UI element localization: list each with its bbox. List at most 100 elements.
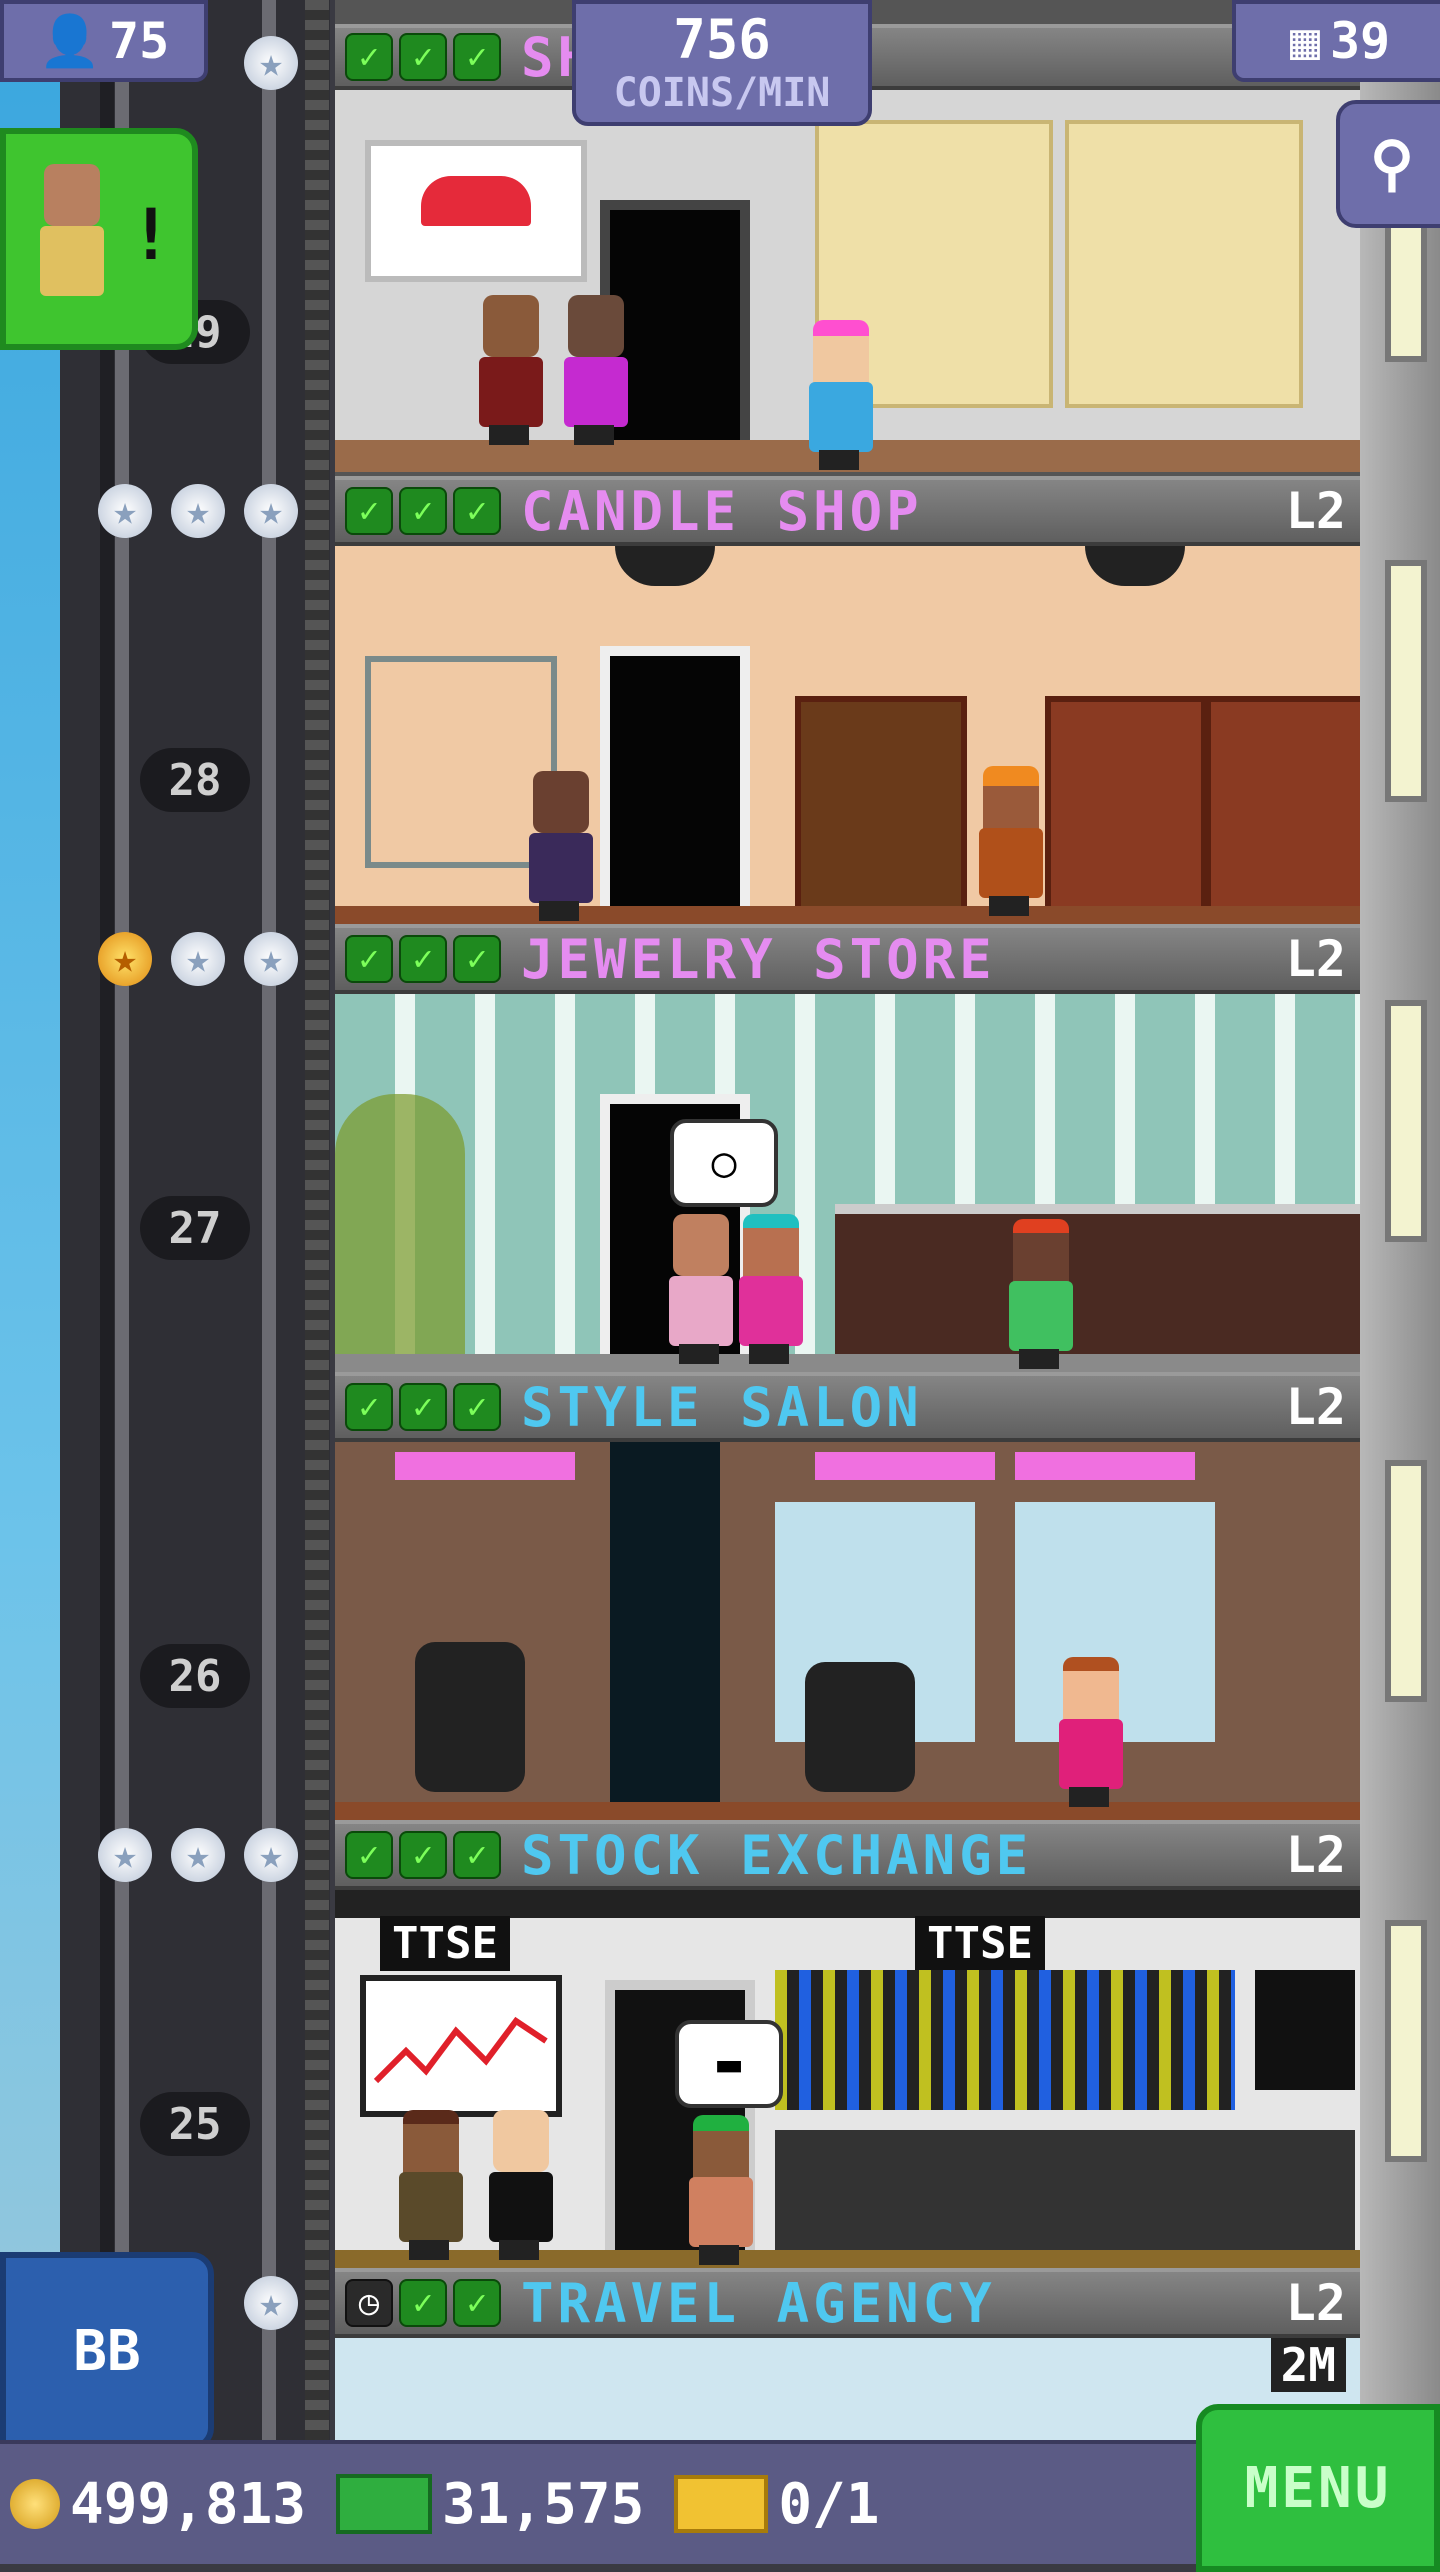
bitizen[interactable] xyxy=(560,295,630,445)
check-icon: ✓ xyxy=(345,487,393,535)
floor-number-27: 27 xyxy=(140,1196,250,1260)
bitizen[interactable] xyxy=(805,320,875,470)
check-icon: ✓ xyxy=(453,1831,501,1879)
speech-bubble-necklace-icon[interactable]: ◯ xyxy=(670,1119,778,1207)
check-icon: ✓ xyxy=(345,33,393,81)
floor-bar-jewelry-store[interactable]: ✓ ✓ ✓ JEWELRY STORE L2 xyxy=(335,924,1360,994)
check-icon: ✓ xyxy=(345,1831,393,1879)
sneaker-poster xyxy=(365,140,587,282)
sky-strip xyxy=(0,0,60,2560)
floor-name: STYLE SALON xyxy=(521,1375,923,1439)
clock-icon: ◷ xyxy=(345,2279,393,2327)
star-icon: ★ xyxy=(98,1828,152,1882)
bitizen-notification-button[interactable]: ! xyxy=(0,128,198,350)
salon-chair xyxy=(805,1662,915,1792)
bux-icon xyxy=(336,2474,433,2534)
floor-number-28: 28 xyxy=(140,748,250,812)
floor-level: L2 xyxy=(1285,930,1346,988)
population-counter[interactable]: 👤 75 xyxy=(0,0,208,82)
check-icon: ✓ xyxy=(399,2279,447,2327)
shaft-rail xyxy=(262,0,276,2450)
floor-name: JEWELRY STORE xyxy=(521,927,996,991)
candle-shelf xyxy=(795,696,967,928)
shaft-ladder xyxy=(305,0,329,2450)
star-icon: ★ xyxy=(244,1828,298,1882)
ceiling-lamp xyxy=(615,546,715,586)
bitizen[interactable] xyxy=(735,1214,805,1364)
ticker-display xyxy=(1255,1970,1355,2090)
magnifier-icon: ⚲ xyxy=(1370,129,1414,199)
check-icon: ✓ xyxy=(345,935,393,983)
bitizen[interactable] xyxy=(525,771,595,921)
floor-counter[interactable]: ▦ 39 xyxy=(1232,0,1440,82)
check-icon: ✓ xyxy=(453,935,501,983)
building-icon: ▦ xyxy=(1289,12,1320,70)
floor-name: TRAVEL AGENCY xyxy=(521,2271,996,2335)
check-icon: ✓ xyxy=(453,2279,501,2327)
ceiling-beam xyxy=(335,1890,1360,1918)
bitizen-construction-worker[interactable] xyxy=(975,766,1045,916)
speech-bubble-gold-icon[interactable]: ▬ xyxy=(675,2020,783,2108)
search-floor-button[interactable]: ⚲ xyxy=(1336,100,1440,228)
star-icon: ★ xyxy=(244,932,298,986)
check-icon: ✓ xyxy=(453,1383,501,1431)
shoe-display xyxy=(1065,120,1303,408)
check-icon: ✓ xyxy=(453,33,501,81)
floor-name: STOCK EXCHANGE xyxy=(521,1823,1033,1887)
candle-shelf xyxy=(1045,696,1207,928)
tickets-value: 0/1 xyxy=(778,2471,880,2537)
side-window xyxy=(1385,1920,1427,2162)
floor-bar-stock-exchange[interactable]: ✓ ✓ ✓ STOCK EXCHANGE L2 xyxy=(335,1820,1360,1890)
floor-level: L2 xyxy=(1285,1826,1346,1884)
candle-shelf xyxy=(1205,696,1360,928)
elevator-door xyxy=(610,1442,720,1812)
restock-timer: 2M xyxy=(1270,2338,1346,2392)
star-icon: ★ xyxy=(244,484,298,538)
shaft-rail xyxy=(115,0,129,2450)
menu-button[interactable]: MENU xyxy=(1196,2404,1440,2572)
bitizen[interactable] xyxy=(665,1214,735,1364)
floor-bar-candle-shop[interactable]: ✓ ✓ ✓ CANDLE SHOP L2 xyxy=(335,476,1360,546)
coins-per-min-value: 756 xyxy=(673,8,771,71)
check-icon: ✓ xyxy=(399,935,447,983)
tickets-counter[interactable]: 0/1 xyxy=(674,2472,879,2537)
floor-bar-travel-agency[interactable]: ◷ ✓ ✓ TRAVEL AGENCY L2 xyxy=(335,2268,1360,2338)
bitizen[interactable] xyxy=(685,2115,755,2265)
room-candle-shop[interactable] xyxy=(335,546,1360,936)
star-icon: ★ xyxy=(171,1828,225,1882)
bitbook-button[interactable]: BB xyxy=(0,2252,214,2450)
check-icon: ✓ xyxy=(399,1383,447,1431)
neon-light xyxy=(815,1452,995,1480)
stock-chart-screen xyxy=(360,1975,562,2117)
room-jewelry-store[interactable]: ◯ xyxy=(335,994,1360,1384)
bitizen[interactable] xyxy=(485,2110,555,2260)
coin-icon xyxy=(10,2479,60,2529)
ticker-board xyxy=(775,1970,1235,2110)
floor-bar-style-salon[interactable]: ✓ ✓ ✓ STYLE SALON L2 xyxy=(335,1372,1360,1442)
room-style-salon[interactable] xyxy=(335,1442,1360,1832)
bitizen[interactable] xyxy=(1055,1657,1125,1807)
check-icon: ✓ xyxy=(399,1831,447,1879)
coins-counter[interactable]: 499,813 xyxy=(10,2472,306,2537)
bux-value: 31,575 xyxy=(442,2471,645,2537)
room-stock-exchange[interactable]: TTSE TTSE ▬ xyxy=(335,1890,1360,2280)
room-shoe-shop[interactable] xyxy=(335,90,1360,472)
floor-name: CANDLE SHOP xyxy=(521,479,923,543)
bitizen[interactable] xyxy=(1005,1219,1075,1369)
population-value: 75 xyxy=(109,12,170,70)
floor-count-value: 39 xyxy=(1329,12,1391,70)
bitizen[interactable] xyxy=(395,2110,465,2260)
elevator-door xyxy=(600,646,750,936)
check-icon: ✓ xyxy=(453,487,501,535)
salon-chair xyxy=(415,1642,525,1792)
neon-light xyxy=(395,1452,575,1480)
bux-counter[interactable]: 31,575 xyxy=(336,2472,644,2537)
star-icon: ★ xyxy=(171,932,225,986)
gold-star-icon: ★ xyxy=(98,932,152,986)
bitizen[interactable] xyxy=(475,295,545,445)
plant xyxy=(335,1094,465,1354)
shaft-cable xyxy=(100,0,114,2450)
star-icon: ★ xyxy=(171,484,225,538)
floor-level: L2 xyxy=(1285,2274,1346,2332)
alert-icon: ! xyxy=(129,194,172,276)
